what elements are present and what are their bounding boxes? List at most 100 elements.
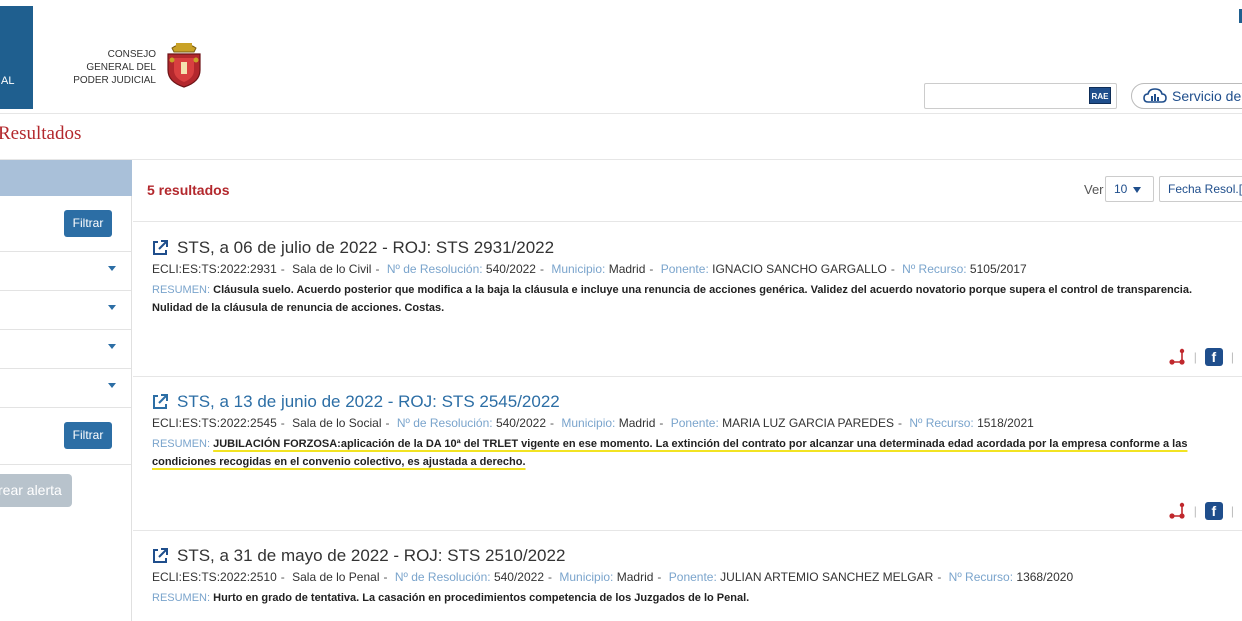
sort-select[interactable]: Fecha Resol.[9: [1159, 176, 1242, 202]
rae-button[interactable]: RAE: [1089, 87, 1111, 104]
result-item: STS, a 06 de julio de 2022 - ROJ: STS 29…: [133, 238, 1242, 376]
resumen-text: JUBILACIÓN FORZOSA:aplicación de la DA 1…: [152, 438, 1188, 468]
separator: |: [1230, 350, 1234, 364]
chevron-down-icon: [108, 305, 116, 310]
municipio-label: Municipio:: [551, 262, 606, 276]
separator: |: [1230, 504, 1234, 518]
result-item: STS, a 31 de mayo de 2022 - ROJ: STS 251…: [133, 546, 1242, 621]
ecli: ECLI:ES:TS:2022:2545: [152, 416, 277, 430]
recurso-label: Nº Recurso:: [948, 570, 1014, 584]
chevron-down-icon: [108, 344, 116, 349]
chevron-down-icon: [108, 383, 116, 388]
municipio: Madrid: [608, 262, 646, 276]
org-name-line-2: GENERAL DEL: [86, 62, 156, 73]
page-size-value: 10: [1114, 182, 1128, 196]
results-count: 5 resultados: [147, 182, 230, 198]
resumen-text: Hurto en grado de tentativa. La casación…: [213, 592, 750, 604]
result-actions: | f |: [1168, 502, 1242, 520]
divider: [0, 407, 131, 408]
resolucion-label: Nº de Resolución:: [396, 416, 493, 430]
ecli: ECLI:ES:TS:2022:2931: [152, 262, 277, 276]
search-input[interactable]: RAE: [924, 83, 1117, 109]
page-title: Resultados: [0, 123, 82, 144]
page-size-label: Ver: [1084, 182, 1104, 197]
separator: |: [1193, 350, 1197, 364]
sala: Sala de lo Penal: [292, 570, 380, 584]
result-title: STS, a 31 de mayo de 2022 - ROJ: STS 251…: [177, 546, 566, 565]
municipio: Madrid: [618, 416, 656, 430]
resumen-label: RESUMEN:: [152, 438, 211, 450]
chevron-down-icon: [108, 266, 116, 271]
brand-logo-block[interactable]: AL: [0, 6, 33, 109]
sala: Sala de lo Social: [292, 416, 382, 430]
resolucion: 540/2022: [493, 570, 545, 584]
result-summary-highlighted: RESUMEN: JUBILACIÓN FORZOSA:aplicación d…: [152, 435, 1212, 471]
service-button[interactable]: Servicio de: [1131, 83, 1242, 109]
municipio-label: Municipio:: [559, 570, 614, 584]
result-summary: RESUMEN: Cláusula suelo. Acuerdo posteri…: [152, 281, 1212, 317]
org-name-line-1: CONSEJO: [107, 49, 156, 60]
brand-fragment-text: AL: [1, 75, 15, 87]
result-title-link[interactable]: STS, a 13 de junio de 2022 - ROJ: STS 25…: [151, 392, 560, 412]
facebook-icon[interactable]: f: [1204, 502, 1223, 520]
result-title: STS, a 06 de julio de 2022 - ROJ: STS 29…: [177, 238, 555, 257]
resolucion-label: Nº de Resolución:: [394, 570, 491, 584]
filter-dropdown-4[interactable]: [0, 368, 131, 407]
separator: |: [1193, 504, 1197, 518]
divider: [133, 530, 1242, 531]
external-link-icon: [153, 394, 168, 409]
external-link-icon: [153, 240, 168, 255]
resolucion-label: Nº de Resolución:: [386, 262, 483, 276]
ponente-label: Ponente:: [660, 262, 709, 276]
external-link-icon: [153, 548, 168, 563]
recurso: 1518/2021: [977, 416, 1034, 430]
ponente: IGNACIO SANCHO GARGALLO: [712, 262, 887, 276]
site-header: AL CONSEJO GENERAL DEL PODER JUDICIAL RA…: [0, 0, 1242, 114]
result-item: STS, a 13 de junio de 2022 - ROJ: STS 25…: [133, 392, 1242, 530]
resolucion: 540/2022: [495, 416, 546, 430]
recurso: 1368/2020: [1016, 570, 1074, 584]
chevron-down-icon: [1133, 186, 1142, 193]
ponente: JULIAN ARTEMIO SANCHEZ MELGAR: [720, 570, 934, 584]
filter-dropdown-2[interactable]: [0, 290, 131, 329]
resumen-text: Cláusula suelo. Acuerdo posterior que mo…: [152, 284, 1193, 314]
municipio: Madrid: [616, 570, 654, 584]
filter-sidebar: Filtrar Filtrar rear alerta: [0, 160, 132, 621]
ponente: MARIA LUZ GARCIA PAREDES: [722, 416, 894, 430]
resumen-label: RESUMEN:: [152, 284, 211, 296]
result-title-link[interactable]: STS, a 06 de julio de 2022 - ROJ: STS 29…: [151, 238, 554, 258]
resumen-label: RESUMEN:: [152, 592, 211, 604]
recurso: 5105/2017: [969, 262, 1027, 276]
coat-of-arms-icon[interactable]: [164, 40, 204, 88]
service-button-label: Servicio de: [1172, 88, 1242, 104]
sidebar-header: [0, 160, 132, 196]
municipio-label: Municipio:: [561, 416, 616, 430]
cloud-icon: [1143, 88, 1167, 103]
result-title: STS, a 13 de junio de 2022 - ROJ: STS 25…: [177, 392, 560, 411]
divider: [0, 159, 1242, 160]
sala: Sala de lo Civil: [292, 262, 372, 276]
share-icon[interactable]: [1168, 502, 1186, 520]
result-title-link[interactable]: STS, a 31 de mayo de 2022 - ROJ: STS 251…: [151, 546, 565, 566]
filter-dropdown-3[interactable]: [0, 329, 131, 368]
filter-button[interactable]: Filtrar: [64, 210, 112, 237]
recurso-label: Nº Recurso:: [902, 262, 967, 276]
page-size-select[interactable]: 10: [1105, 176, 1154, 202]
share-icon[interactable]: [1168, 348, 1186, 366]
result-meta: ECLI:ES:TS:2022:2931- Sala de lo Civil - …: [152, 262, 1027, 276]
ponente-label: Ponente:: [668, 570, 717, 584]
result-meta: ECLI:ES:TS:2022:2545- Sala de lo Social -…: [152, 416, 1034, 430]
resolucion: 540/2022: [485, 262, 536, 276]
filter-dropdown-1[interactable]: [0, 251, 131, 290]
org-name-line-3: PODER JUDICIAL: [73, 75, 156, 86]
filter-button-2[interactable]: Filtrar: [64, 422, 112, 449]
result-actions: | f |: [1168, 348, 1242, 366]
create-alert-button[interactable]: rear alerta: [0, 474, 72, 507]
org-name[interactable]: CONSEJO GENERAL DEL PODER JUDICIAL: [60, 48, 156, 87]
divider: [133, 376, 1242, 377]
ponente-label: Ponente:: [670, 416, 719, 430]
result-meta: ECLI:ES:TS:2022:2510- Sala de lo Penal - …: [152, 570, 1074, 584]
ecli: ECLI:ES:TS:2022:2510: [152, 570, 277, 584]
facebook-icon[interactable]: f: [1204, 348, 1223, 366]
divider: [0, 464, 131, 465]
